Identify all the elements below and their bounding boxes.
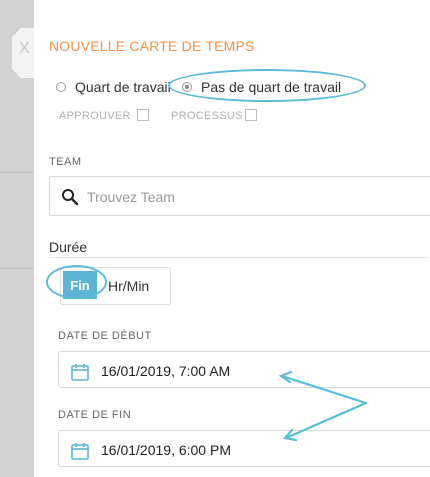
timecard-panel: NOUVELLE CARTE DE TEMPS Quart de travail…	[34, 0, 430, 477]
end-date-field[interactable]: 16/01/2019, 6:00 PM	[58, 430, 430, 467]
calendar-icon	[71, 363, 89, 386]
search-icon	[61, 188, 79, 211]
team-search-field[interactable]	[49, 176, 430, 216]
start-date-field[interactable]: 16/01/2019, 7:00 AM	[58, 351, 430, 388]
radio-quart-de-travail[interactable]: Quart de travail	[56, 79, 171, 95]
start-date-label: DATE DE DÉBUT	[58, 330, 152, 342]
calendar-icon	[71, 442, 89, 465]
duration-mode-hrmin-button[interactable]: Hr/Min	[108, 278, 149, 294]
annotation-ellipse	[168, 69, 366, 102]
checkbox-approuver[interactable]	[137, 109, 149, 121]
checkbox-label-approuver: APPROUVER	[59, 110, 131, 122]
end-date-label: DATE DE FIN	[58, 409, 132, 421]
checkbox-processus[interactable]	[245, 109, 257, 121]
divider	[49, 257, 429, 258]
form-title: NOUVELLE CARTE DE TEMPS	[49, 38, 255, 54]
duration-label: Durée	[49, 239, 88, 255]
end-date-value: 16/01/2019, 6:00 PM	[101, 442, 231, 458]
checkbox-label-processus: PROCESSUS	[171, 110, 243, 122]
team-search-input[interactable]	[85, 185, 389, 209]
team-label: TEAM	[49, 156, 82, 168]
start-date-value: 16/01/2019, 7:00 AM	[101, 363, 231, 379]
radio-button-icon[interactable]	[56, 82, 66, 92]
annotation-ellipse	[46, 265, 107, 299]
close-icon[interactable]: X	[19, 40, 30, 58]
radio-label: Quart de travail	[75, 79, 171, 95]
